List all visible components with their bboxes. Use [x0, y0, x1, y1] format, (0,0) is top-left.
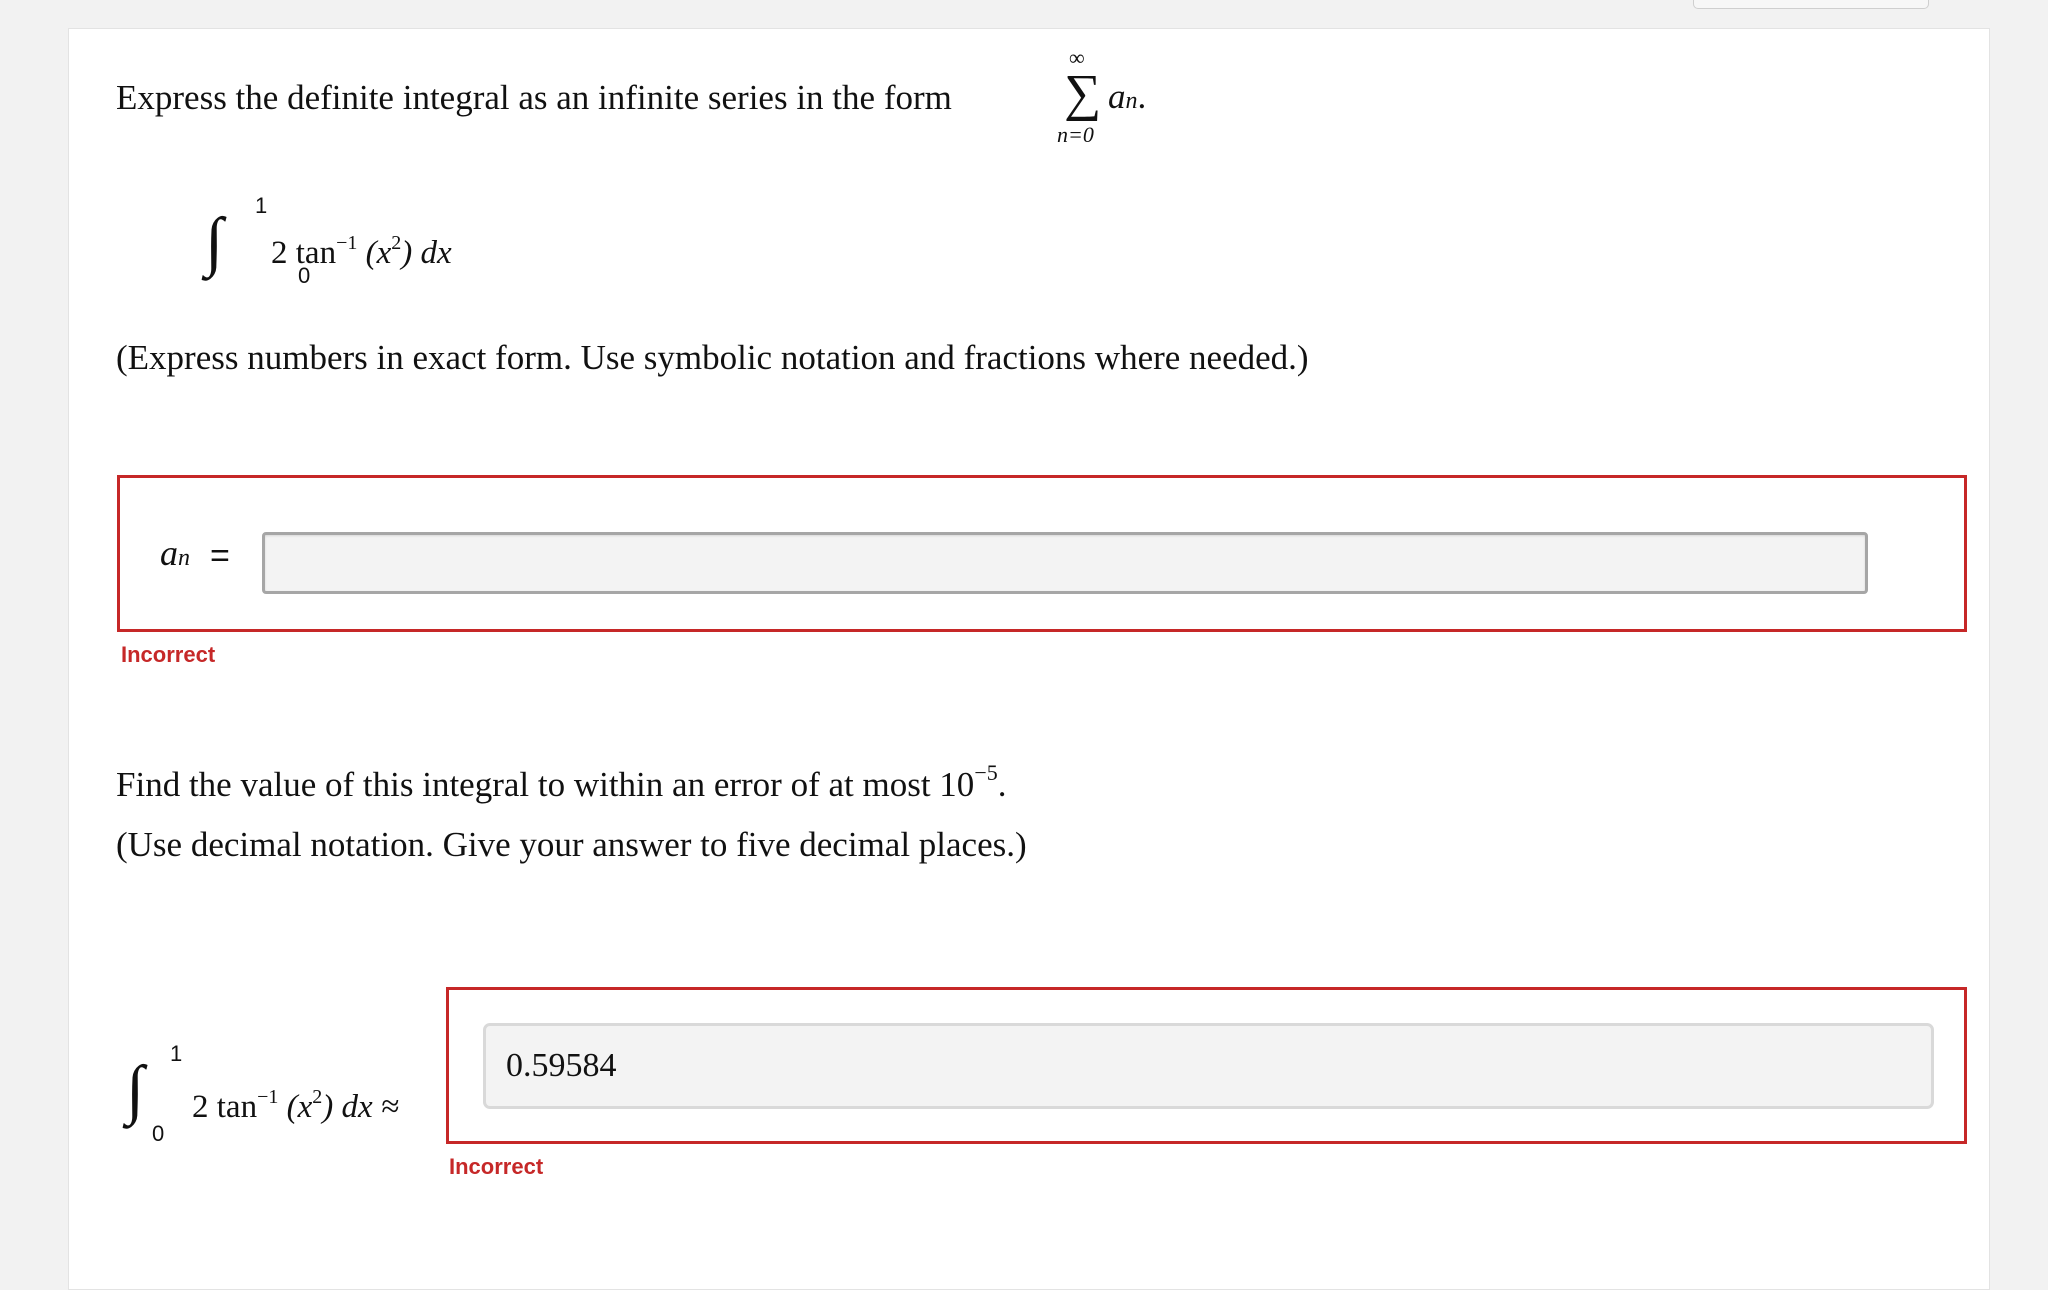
integral-value-field[interactable] — [486, 1026, 1931, 1106]
integral-lower-limit: 0 — [152, 1121, 165, 1146]
expr-arg: (x — [357, 235, 392, 271]
integral-expression: 2 tan−1 (x2) dx — [271, 225, 452, 271]
integral-value-input[interactable] — [483, 1023, 1934, 1109]
integral-upper-limit: 1 — [170, 1041, 183, 1066]
sigma-notation: ∞ ∑ n=0 an. — [994, 47, 1146, 157]
part2-prompt-end: . — [997, 765, 1007, 804]
question-card: Express the definite integral as an infi… — [68, 28, 1990, 1290]
part2-prompt-text: Find the value of this integral to withi… — [116, 765, 975, 804]
integral-symbol: ∫ — [205, 205, 224, 278]
part2-answer-frame — [446, 987, 1967, 1144]
sigma-term-a: a — [1108, 77, 1126, 116]
expr-dx: ) dx — [401, 235, 452, 271]
part1-instruction: (Express numbers in exact form. Use symb… — [116, 338, 1309, 377]
part1-status: Incorrect — [121, 642, 216, 667]
expr-coef: 2 tan — [271, 235, 337, 271]
integral-expression: 2 tan−1 (x2) dx ≈ — [192, 1079, 399, 1125]
part1-prompt: Express the definite integral as an infi… — [116, 78, 952, 117]
sigma-lower: n=0 — [1057, 122, 1094, 147]
answer-label: an — [160, 532, 190, 574]
part2-status: Incorrect — [449, 1154, 544, 1179]
top-tab[interactable] — [1693, 0, 1929, 9]
integral-upper-limit: 1 — [255, 193, 268, 218]
expr-dx: ) dx ≈ — [322, 1089, 399, 1125]
answer-label-sub: n — [178, 545, 190, 571]
answer-label-a: a — [160, 533, 178, 573]
part2-instruction: (Use decimal notation. Give your answer … — [116, 825, 1027, 864]
sigma-symbol: ∑ — [1064, 65, 1102, 122]
expr-power: 2 — [391, 232, 402, 254]
expr-inverse: −1 — [257, 1086, 279, 1108]
integral-symbol: ∫ — [126, 1053, 145, 1126]
sigma-term-sub: n — [1125, 88, 1138, 114]
sigma-period: . — [1137, 77, 1147, 116]
expr-coef: 2 tan — [192, 1089, 258, 1125]
expr-power: 2 — [312, 1086, 323, 1108]
part2-prompt-exp: −5 — [974, 760, 998, 785]
sigma-term: an. — [1108, 77, 1146, 117]
expr-arg: (x — [278, 1089, 313, 1125]
part2-prompt: Find the value of this integral to withi… — [116, 753, 1006, 805]
expr-inverse: −1 — [336, 232, 358, 254]
part1-answer-frame: an = — [117, 475, 1967, 632]
series-term-input[interactable] — [262, 532, 1868, 594]
series-term-field[interactable] — [265, 535, 1865, 591]
part1-integral: ∫ 1 0 2 tan−1 (x2) dx — [205, 189, 545, 289]
equals-sign: = — [210, 537, 230, 575]
